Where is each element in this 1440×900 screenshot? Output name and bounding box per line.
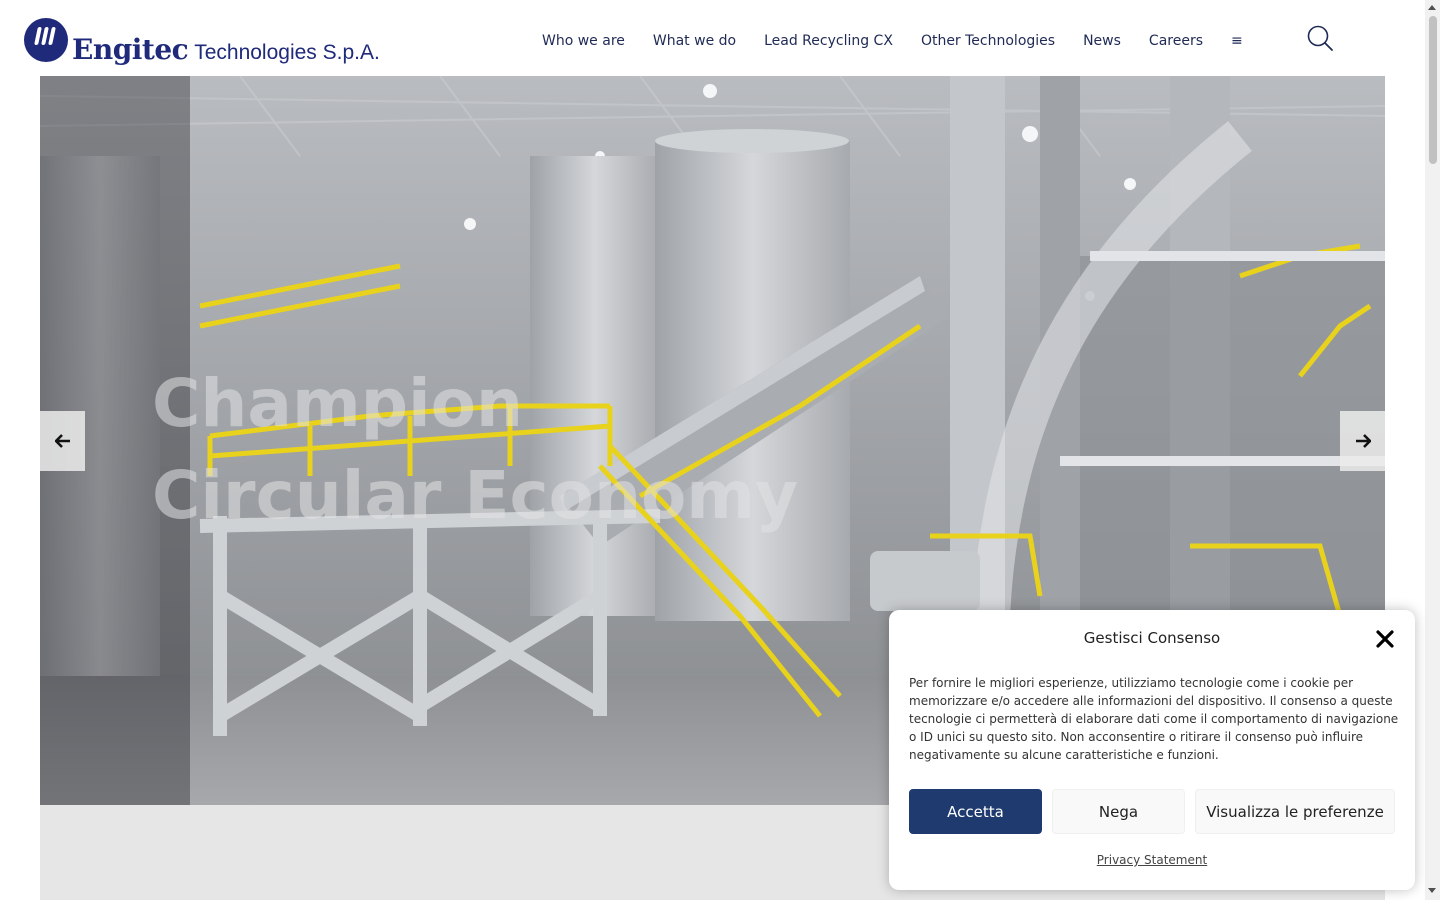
scroll-up-arrow-icon[interactable]: [1428, 5, 1436, 10]
logo-brand-text: Engitec: [72, 32, 189, 66]
hero-title-line-1: Champion: [152, 365, 523, 442]
view-preferences-button[interactable]: Visualizza le preferenze: [1195, 789, 1395, 834]
site-header: Engitec Technologies S.p.A. Who we are W…: [0, 0, 1425, 76]
scroll-down-arrow-icon[interactable]: [1428, 888, 1436, 893]
privacy-statement-link[interactable]: Privacy Statement: [889, 853, 1415, 867]
slider-next-arrow-icon[interactable]: [1340, 411, 1385, 471]
accept-button[interactable]: Accetta: [909, 789, 1042, 834]
hero-title-line-2: Circular Economy: [152, 457, 799, 534]
engitec-logo[interactable]: Engitec Technologies S.p.A.: [24, 12, 384, 68]
nav-what-we-do[interactable]: What we do: [653, 33, 736, 49]
logo-company-text: Technologies S.p.A.: [194, 40, 380, 64]
nav-who-we-are[interactable]: Who we are: [542, 33, 625, 49]
logo-mark-icon: [24, 18, 68, 62]
search-icon[interactable]: [1306, 24, 1334, 52]
main-nav: Who we are What we do Lead Recycling CX …: [528, 33, 1243, 49]
nav-careers[interactable]: Careers: [1149, 33, 1203, 49]
consent-title: Gestisci Consenso: [1083, 629, 1221, 647]
consent-description: Per fornire le migliori esperienze, util…: [909, 676, 1399, 762]
slider-prev-arrow-icon[interactable]: [40, 411, 85, 471]
hamburger-menu-icon[interactable]: ≡: [1231, 33, 1243, 49]
hero-title: Champion Circular Economy: [152, 358, 798, 542]
nav-news[interactable]: News: [1083, 33, 1121, 49]
scrollbar-thumb[interactable]: [1429, 16, 1437, 164]
nav-lead-recycling-cx[interactable]: Lead Recycling CX: [764, 33, 893, 49]
nav-other-technologies[interactable]: Other Technologies: [921, 33, 1055, 49]
deny-button[interactable]: Nega: [1052, 789, 1185, 834]
close-icon[interactable]: [1373, 627, 1397, 651]
page-scrollbar[interactable]: [1425, 0, 1440, 900]
cookie-consent-dialog: Gestisci Consenso Per fornire le miglior…: [889, 610, 1415, 890]
